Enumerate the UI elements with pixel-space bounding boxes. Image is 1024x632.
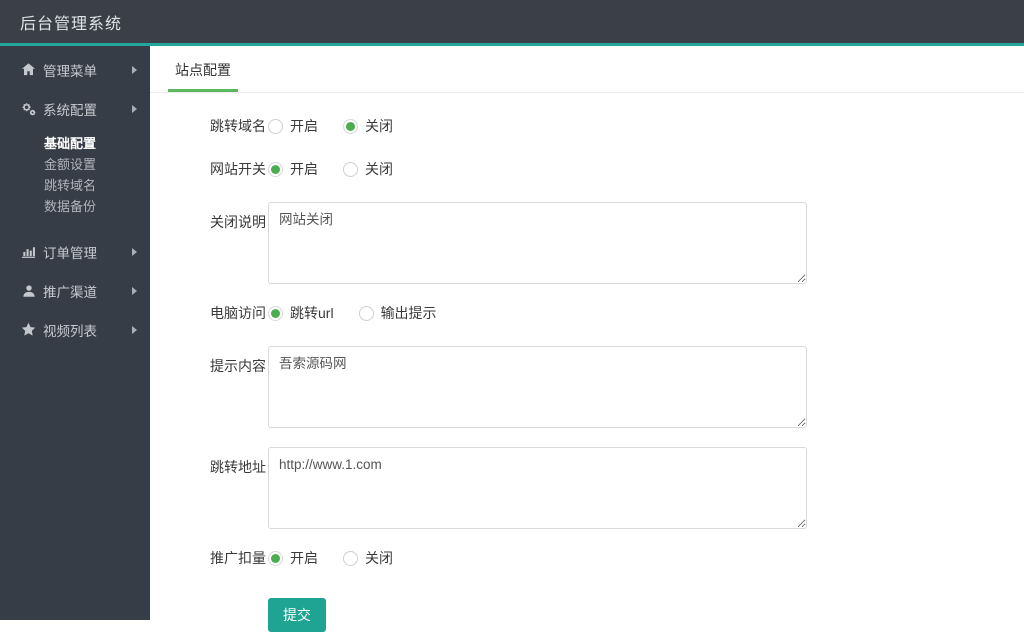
radio-option[interactable]: 关闭 <box>343 159 393 179</box>
form-row-promo-deduction: 推广扣量 开启 关闭 <box>210 548 1024 568</box>
field-label: 电脑访问 <box>210 305 266 321</box>
cogs-icon <box>20 101 37 117</box>
sidebar-item-video-list[interactable]: 视频列表 <box>0 310 150 349</box>
field-label: 关闭说明 <box>210 214 266 230</box>
star-icon <box>20 322 37 337</box>
sidebar-item-label: 订单管理 <box>43 245 97 261</box>
radio-option[interactable]: 开启 <box>268 159 318 179</box>
form-row-close-note: 关闭说明 网站关闭 <box>210 202 1024 284</box>
sidebar-item-label: 系统配置 <box>43 102 97 118</box>
form-row-tip-content: 提示内容 吾索源码网 <box>210 346 1024 428</box>
radio-unchecked-icon[interactable] <box>343 550 358 566</box>
radio-option[interactable]: 开启 <box>268 116 318 136</box>
sidebar-item-label: 管理菜单 <box>43 63 97 79</box>
sidebar-item-label: 推广渠道 <box>43 284 97 300</box>
caret-right-icon <box>132 104 137 113</box>
radio-unchecked-icon[interactable] <box>343 161 358 177</box>
field-label: 跳转地址 <box>210 459 266 475</box>
radio-option[interactable]: 开启 <box>268 548 318 568</box>
sidebar-item-promotion-channel[interactable]: 推广渠道 <box>0 271 150 310</box>
form-row-pc-access: 电脑访问 跳转url 输出提示 <box>210 303 1024 323</box>
form-row-site-switch: 网站开关 开启 关闭 <box>210 159 1024 179</box>
caret-right-icon <box>132 325 137 334</box>
radio-checked-icon[interactable] <box>268 550 283 566</box>
home-icon <box>20 62 37 77</box>
caret-right-icon <box>132 65 137 74</box>
site-config-form: 跳转域名 开启 关闭 网站开关 开启 关闭 关闭说明 网站关闭 电脑访问 跳转u… <box>150 93 1024 632</box>
sidebar-subitem-data-backup[interactable]: 数据备份 <box>0 196 150 217</box>
form-row-redirect-url: 跳转地址 http://www.1.com <box>210 447 1024 529</box>
radio-unchecked-icon[interactable] <box>358 305 374 321</box>
radio-checked-icon[interactable] <box>268 305 283 321</box>
caret-right-icon <box>132 247 137 256</box>
tab-site-config[interactable]: 站点配置 <box>168 59 238 92</box>
field-label: 跳转域名 <box>210 118 266 134</box>
app-title: 后台管理系统 <box>20 15 123 33</box>
field-label: 推广扣量 <box>210 550 266 566</box>
app-shell: 管理菜单 系统配置 基础配置 金额设置 跳转域名 数据备份 订单管理 推广渠道 … <box>0 46 1024 632</box>
sidebar-item-management-menu[interactable]: 管理菜单 <box>0 50 150 89</box>
form-row-redirect-domain-toggle: 跳转域名 开启 关闭 <box>210 116 1024 136</box>
bar-chart-icon <box>20 244 37 259</box>
radio-unchecked-icon[interactable] <box>268 118 283 134</box>
sidebar-item-order-management[interactable]: 订单管理 <box>0 232 150 271</box>
caret-right-icon <box>132 286 137 295</box>
tip-content-textarea[interactable]: 吾索源码网 <box>268 346 807 428</box>
app-header: 后台管理系统 <box>0 0 1024 46</box>
sidebar-submenu-system-config: 基础配置 金额设置 跳转域名 数据备份 <box>0 128 150 223</box>
radio-option[interactable]: 关闭 <box>343 548 393 568</box>
radio-checked-icon[interactable] <box>343 118 358 134</box>
main-content: 站点配置 跳转域名 开启 关闭 网站开关 开启 关闭 关闭说明 网站关闭 电脑访… <box>150 46 1024 632</box>
submit-button[interactable]: 提交 <box>268 598 326 632</box>
sidebar-subitem-amount-settings[interactable]: 金额设置 <box>0 154 150 175</box>
sidebar-item-system-config[interactable]: 系统配置 <box>0 89 150 128</box>
sidebar-subitem-basic-config[interactable]: 基础配置 <box>0 133 150 154</box>
field-label: 提示内容 <box>210 358 266 374</box>
radio-option[interactable]: 关闭 <box>343 116 393 136</box>
close-note-textarea[interactable]: 网站关闭 <box>268 202 807 284</box>
radio-option[interactable]: 跳转url <box>268 303 334 323</box>
radio-option[interactable]: 输出提示 <box>358 303 437 323</box>
sidebar-subitem-redirect-domain[interactable]: 跳转域名 <box>0 175 150 196</box>
radio-checked-icon[interactable] <box>268 161 283 177</box>
user-icon <box>20 284 37 298</box>
field-label: 网站开关 <box>210 161 266 177</box>
tab-bar: 站点配置 <box>150 46 1024 93</box>
sidebar-item-label: 视频列表 <box>43 323 97 339</box>
redirect-url-textarea[interactable]: http://www.1.com <box>268 447 807 529</box>
sidebar: 管理菜单 系统配置 基础配置 金额设置 跳转域名 数据备份 订单管理 推广渠道 … <box>0 46 150 620</box>
